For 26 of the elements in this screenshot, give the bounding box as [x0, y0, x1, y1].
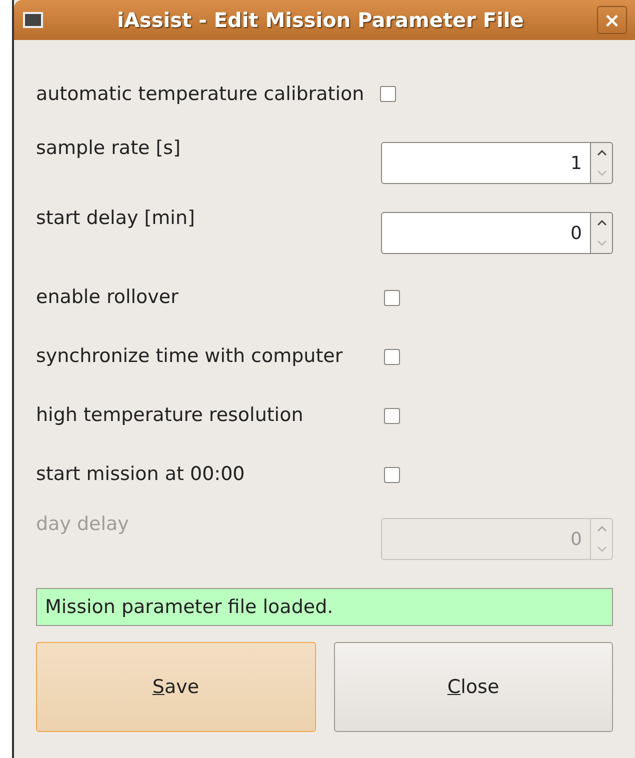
number-field[interactable]: 1 [381, 142, 591, 184]
checkbox[interactable] [384, 290, 400, 306]
checkbox[interactable] [380, 86, 396, 102]
field-label: synchronize time with computer [36, 344, 343, 370]
caret-up-icon [596, 526, 606, 532]
number-field[interactable]: 0 [381, 212, 591, 254]
field-label: start delay [min] [36, 207, 195, 229]
field-label: automatic temperature calibration [36, 82, 364, 107]
window-title: iAssist - Edit Mission Parameter File [116, 7, 525, 34]
caret-up-icon [596, 220, 606, 226]
caret-down-icon [596, 170, 606, 176]
caret-down-icon [596, 546, 606, 552]
checkbox[interactable] [384, 348, 400, 364]
field-label: day delay [36, 513, 129, 535]
caret-down-icon [596, 240, 606, 246]
caret-up-icon [596, 150, 606, 156]
checkbox[interactable] [384, 466, 400, 482]
dialog-button[interactable]: Close [334, 642, 613, 732]
field-label: high temperature resolution [36, 403, 304, 428]
field-label: enable rollover [36, 285, 178, 310]
checkbox[interactable] [384, 408, 400, 424]
dialog-button[interactable]: Save [36, 642, 316, 732]
window-icon [22, 11, 44, 29]
field-label: start mission at 00:00 [36, 462, 245, 488]
field-label: sample rate [s] [36, 137, 180, 159]
status-bar: Mission parameter file loaded. [36, 588, 613, 626]
